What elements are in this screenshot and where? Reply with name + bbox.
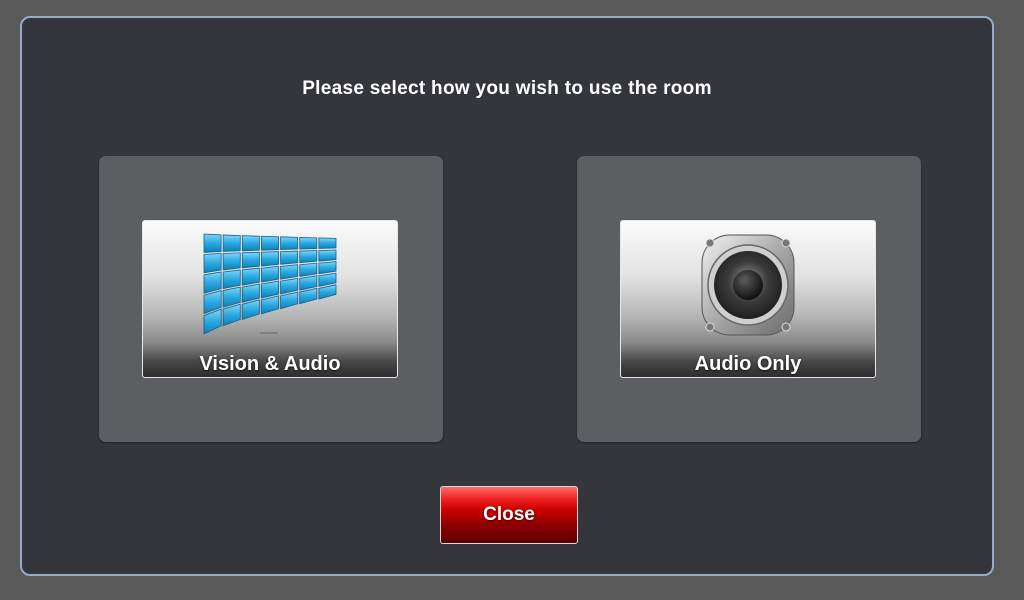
video-wall-screen (318, 284, 337, 300)
video-wall-screen (261, 265, 279, 283)
dialog-title: Please select how you wish to use the ro… (302, 78, 712, 99)
video-wall-screen (241, 283, 260, 303)
video-wall-screen (241, 235, 260, 252)
close-button[interactable]: Close (440, 486, 578, 544)
video-wall-screen (203, 233, 222, 253)
video-wall-screen (241, 267, 260, 286)
video-wall-screen (222, 286, 241, 308)
video-wall-screen (318, 261, 337, 275)
video-wall-screen (261, 235, 279, 251)
video-wall-screen (241, 251, 260, 269)
video-wall-screen (299, 250, 318, 264)
video-wall-screen (261, 295, 279, 315)
video-wall-screen (299, 275, 318, 291)
audio-only-button[interactable]: Audio Only (620, 220, 876, 378)
video-wall-screen (280, 291, 299, 310)
video-wall-screen (261, 251, 279, 267)
video-wall-screen (222, 303, 241, 327)
video-wall-screen (222, 234, 241, 252)
video-wall-icon (143, 229, 397, 341)
video-wall-screen (222, 269, 241, 290)
video-wall-screen (318, 249, 337, 262)
audio-only-label: Audio Only (694, 353, 802, 375)
video-wall-screen (203, 271, 222, 294)
vision-audio-button[interactable]: Vision & Audio (142, 220, 398, 378)
room-mode-dialog: Please select how you wish to use the ro… (20, 16, 994, 576)
vision-audio-panel: Vision & Audio (99, 156, 443, 442)
video-wall-screen (280, 236, 299, 251)
video-wall-screen (222, 252, 241, 271)
video-wall-screen (299, 262, 318, 277)
speaker-icon (621, 229, 875, 341)
video-wall-screen (299, 236, 318, 250)
video-wall-screen (280, 277, 299, 295)
video-wall-screen (299, 287, 318, 305)
vision-audio-label: Vision & Audio (199, 353, 341, 375)
video-wall-screen (261, 280, 279, 299)
video-wall-screen (241, 299, 260, 321)
video-wall-screen (203, 253, 222, 274)
video-wall-screen (318, 272, 337, 287)
video-wall-screen (280, 264, 299, 280)
audio-only-panel: Audio Only (577, 156, 921, 442)
video-wall-screen (318, 237, 337, 249)
video-wall-screen (280, 250, 299, 265)
